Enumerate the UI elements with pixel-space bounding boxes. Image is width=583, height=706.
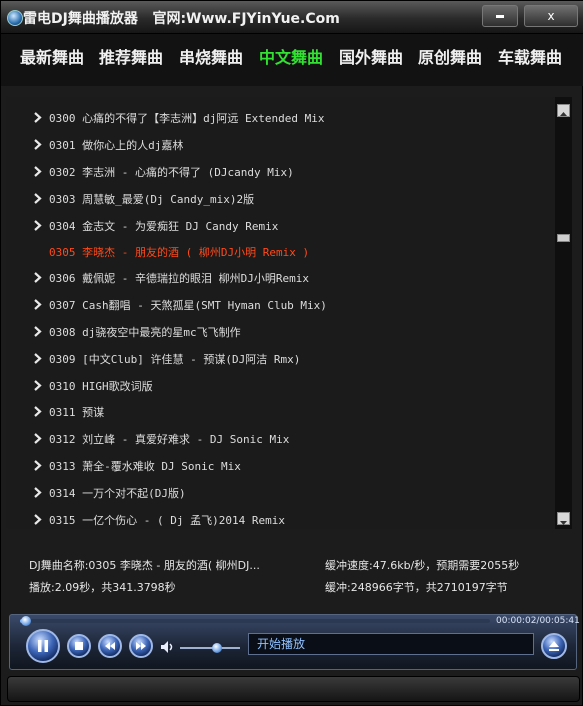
tab-original[interactable]: 原创舞曲 <box>418 44 482 68</box>
minimize-button[interactable] <box>482 5 518 27</box>
chevron-right-icon <box>34 433 42 444</box>
time-display: 00:00:02/00:05:41 <box>496 616 580 626</box>
player-window: 雷电DJ舞曲播放器 官网:Www.FJYinYue.Com x 最新舞曲 推荐舞… <box>0 0 583 706</box>
playlist-panel: 0300 心痛的不得了【李志洲】dj阿远 Extended Mix 0301 做… <box>6 97 572 529</box>
bottom-bar <box>7 676 580 702</box>
chevron-right-icon <box>34 299 42 310</box>
list-item[interactable]: 0306 戴佩妮 - 辛德瑞拉的眼泪 柳州DJ小明Remix <box>6 265 554 291</box>
tab-medley[interactable]: 串烧舞曲 <box>179 44 243 68</box>
progress-bar[interactable] <box>20 616 490 626</box>
playlist-scrollbar[interactable] <box>555 97 572 529</box>
title-bar[interactable]: 雷电DJ舞曲播放器 官网:Www.FJYinYue.Com x <box>1 1 583 34</box>
chevron-right-icon <box>34 487 42 498</box>
buffer-bytes: 缓冲:248966字节，共2710197字节 <box>325 581 508 594</box>
pause-button[interactable] <box>26 629 60 663</box>
chevron-right-icon <box>34 220 42 231</box>
list-item[interactable]: 0300 心痛的不得了【李志洲】dj阿远 Extended Mix <box>6 105 554 131</box>
stop-icon <box>75 642 83 650</box>
scroll-down-button[interactable] <box>557 512 570 525</box>
category-nav: 最新舞曲 推荐舞曲 串烧舞曲 中文舞曲 国外舞曲 原创舞曲 车载舞曲 <box>1 34 583 86</box>
scroll-thumb[interactable] <box>557 233 570 242</box>
list-item[interactable]: 0302 李志洲 - 心痛的不得了 (DJcandy Mix) <box>6 159 554 185</box>
playback-time: 播放:2.09秒，共341.3798秒 <box>29 581 176 594</box>
progress-knob[interactable] <box>21 616 31 626</box>
list-item[interactable]: 0301 做你心上的人dj嘉林 <box>6 132 554 158</box>
list-item[interactable]: 0310 HIGH歌改词版 <box>6 373 554 399</box>
tab-recommended[interactable]: 推荐舞曲 <box>99 44 163 68</box>
chevron-right-icon <box>34 112 42 123</box>
list-item[interactable]: 0308 dj骁夜空中最亮的星mc飞飞制作 <box>6 319 554 345</box>
list-item[interactable]: 0309 [中文Club] 许佳慧 - 预谋(DJ阿洁 Rmx) <box>6 346 554 372</box>
buffer-speed: 缓冲速度:47.6kb/秒，预期需要2055秒 <box>325 559 520 572</box>
volume-slider[interactable] <box>180 643 240 653</box>
scroll-up-button[interactable] <box>557 104 570 117</box>
close-icon: x <box>547 9 555 23</box>
list-item[interactable]: 0315 一亿个伤心 - ( Dj 孟飞)2014 Remix <box>6 507 554 529</box>
list-item[interactable]: 0307 Cash翻唱 - 天煞孤星(SMT Hyman Club Mix) <box>6 292 554 318</box>
rewind-icon <box>105 642 115 650</box>
tab-chinese[interactable]: 中文舞曲 <box>259 44 323 68</box>
chevron-right-icon <box>34 406 42 417</box>
track-info: DJ舞曲名称:0305 李晓杰 - 朋友的酒( 柳州DJ... 缓冲速度:47.… <box>1 541 583 601</box>
tab-car[interactable]: 车载舞曲 <box>498 44 562 68</box>
list-item[interactable]: 0303 周慧敏_最爱(Dj Candy_mix)2版 <box>6 186 554 212</box>
status-display: 开始播放 <box>248 633 534 655</box>
list-item[interactable]: 0311 预谋 <box>6 399 554 425</box>
volume-knob[interactable] <box>212 643 223 653</box>
volume-icon[interactable] <box>160 640 176 654</box>
previous-button[interactable] <box>98 634 122 658</box>
track-name: DJ舞曲名称:0305 李晓杰 - 朋友的酒( 柳州DJ... <box>29 559 260 572</box>
next-button[interactable] <box>129 634 153 658</box>
window-title: 雷电DJ舞曲播放器 官网:Www.FJYinYue.Com <box>23 11 340 27</box>
arrow-up-icon <box>560 112 567 116</box>
tab-latest[interactable]: 最新舞曲 <box>20 44 84 68</box>
chevron-right-icon <box>34 272 42 283</box>
list-item-current[interactable]: 0305 李晓杰 - 朋友的酒 ( 柳州DJ小明 Remix ) <box>6 239 554 265</box>
tab-foreign[interactable]: 国外舞曲 <box>339 44 403 68</box>
pause-icon <box>38 640 48 652</box>
stop-button[interactable] <box>67 634 91 658</box>
chevron-right-icon <box>34 139 42 150</box>
chevron-right-icon <box>34 326 42 337</box>
close-button[interactable]: x <box>524 5 578 27</box>
chevron-right-icon <box>34 380 42 391</box>
player-controls: 00:00:02/00:05:41 开始播放 <box>9 614 580 670</box>
list-item[interactable]: 0314 一万个对不起(DJ版) <box>6 480 554 506</box>
list-item[interactable]: 0313 萧全-覆水难收 DJ Sonic Mix <box>6 453 554 479</box>
eject-button[interactable] <box>541 633 567 659</box>
arrow-down-icon <box>560 521 567 525</box>
chevron-right-icon <box>34 353 42 364</box>
list-item[interactable]: 0304 金志文 - 为爱痴狂 DJ Candy Remix <box>6 213 554 239</box>
app-logo-icon <box>7 10 23 26</box>
fast-forward-icon <box>136 642 146 650</box>
chevron-right-icon <box>34 166 42 177</box>
chevron-right-icon <box>34 193 42 204</box>
playlist[interactable]: 0300 心痛的不得了【李志洲】dj阿远 Extended Mix 0301 做… <box>6 97 554 529</box>
chevron-right-icon <box>34 514 42 525</box>
chevron-right-icon <box>34 460 42 471</box>
eject-icon <box>549 641 559 651</box>
list-item[interactable]: 0312 刘立峰 - 真爱好难求 - DJ Sonic Mix <box>6 426 554 452</box>
minimize-icon <box>496 15 504 18</box>
